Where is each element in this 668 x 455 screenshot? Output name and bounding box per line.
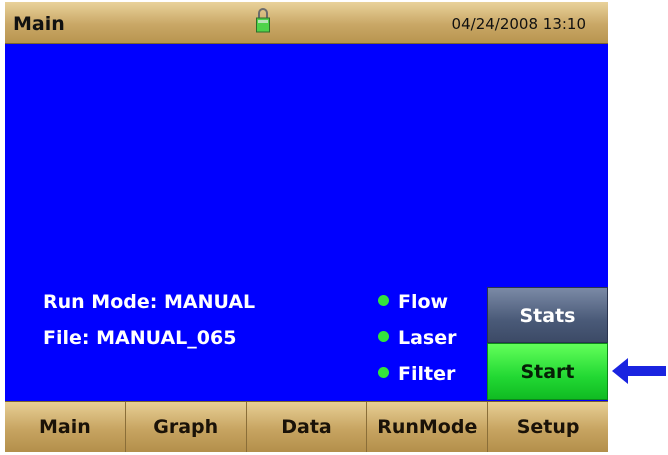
date-time: 04/24/2008 13:10 bbox=[451, 15, 586, 33]
nav-data[interactable]: Data bbox=[247, 402, 368, 452]
file-label: File: MANUAL_065 bbox=[43, 327, 237, 349]
stats-button[interactable]: Stats bbox=[487, 287, 608, 343]
padlock-icon bbox=[256, 8, 270, 33]
flow-indicator: Flow bbox=[378, 291, 448, 313]
nav-runmode[interactable]: RunMode bbox=[367, 402, 489, 452]
laser-label: Laser bbox=[398, 327, 457, 349]
nav-setup[interactable]: Setup bbox=[488, 402, 608, 452]
filter-label: Filter bbox=[398, 363, 456, 385]
flow-status-dot bbox=[378, 295, 389, 306]
laser-indicator: Laser bbox=[378, 327, 457, 349]
filter-indicator: Filter bbox=[378, 363, 455, 385]
title-bar: Main 04/24/2008 13:10 bbox=[5, 2, 608, 44]
nav-main[interactable]: Main bbox=[5, 402, 126, 452]
flow-label: Flow bbox=[398, 291, 449, 313]
start-button[interactable]: Start bbox=[487, 343, 608, 400]
laser-status-dot bbox=[378, 331, 389, 342]
screen-title: Main bbox=[13, 13, 65, 35]
nav-graph[interactable]: Graph bbox=[126, 402, 247, 452]
bottom-nav: Main Graph Data RunMode Setup bbox=[5, 401, 608, 452]
device-screen: Main 04/24/2008 13:10 Run Mode: MANUAL F… bbox=[5, 2, 608, 452]
filter-status-dot bbox=[378, 367, 389, 378]
arrow-left-icon bbox=[612, 358, 666, 384]
run-mode-label: Run Mode: MANUAL bbox=[43, 291, 256, 313]
